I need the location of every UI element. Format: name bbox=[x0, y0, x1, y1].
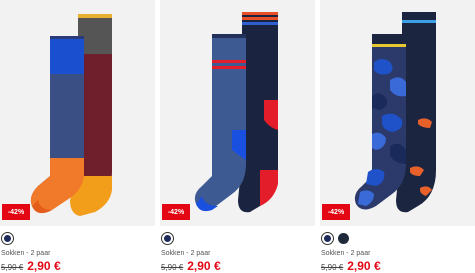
product-grid: -42% Sokken - 2 paar 5,90 € 2,90 € -42% … bbox=[0, 0, 475, 273]
product-card[interactable]: -42% Sokken - 2 paar 5,90 € 2,90 € bbox=[0, 0, 155, 273]
product-title[interactable]: Sokken - 2 paar bbox=[321, 250, 370, 257]
price-row: 5,90 € 2,90 € bbox=[161, 259, 221, 273]
product-image[interactable]: -42% bbox=[0, 0, 155, 226]
product-card[interactable]: -42% Sokken - 2 paar 5,90 € 2,90 € bbox=[320, 0, 475, 273]
socks-image bbox=[194, 12, 278, 213]
product-card[interactable]: -42% Sokken - 2 paar 5,90 € 2,90 € bbox=[160, 0, 315, 273]
discount-badge: -42% bbox=[2, 204, 30, 220]
price-row: 5,90 € 2,90 € bbox=[1, 259, 61, 273]
discount-badge: -42% bbox=[162, 204, 190, 220]
old-price: 5,90 € bbox=[1, 263, 24, 272]
old-price: 5,90 € bbox=[161, 263, 184, 272]
sale-price: 2,90 € bbox=[27, 259, 61, 273]
socks-image bbox=[30, 14, 112, 216]
color-swatches bbox=[321, 232, 349, 246]
product-image[interactable]: -42% bbox=[320, 0, 475, 226]
color-swatch-selected[interactable] bbox=[321, 232, 334, 245]
product-title[interactable]: Sokken - 2 paar bbox=[1, 250, 50, 257]
discount-badge: -42% bbox=[322, 204, 350, 220]
sale-price: 2,90 € bbox=[187, 259, 221, 273]
product-image[interactable]: -42% bbox=[160, 0, 315, 226]
color-swatch[interactable] bbox=[338, 233, 349, 244]
color-swatch-selected[interactable] bbox=[161, 232, 174, 245]
product-title[interactable]: Sokken - 2 paar bbox=[161, 250, 210, 257]
sale-price: 2,90 € bbox=[347, 259, 381, 273]
color-swatch-selected[interactable] bbox=[1, 232, 14, 245]
color-swatches bbox=[161, 232, 174, 246]
old-price: 5,90 € bbox=[321, 263, 344, 272]
color-swatches bbox=[1, 232, 14, 246]
socks-image bbox=[354, 12, 436, 213]
price-row: 5,90 € 2,90 € bbox=[321, 259, 381, 273]
